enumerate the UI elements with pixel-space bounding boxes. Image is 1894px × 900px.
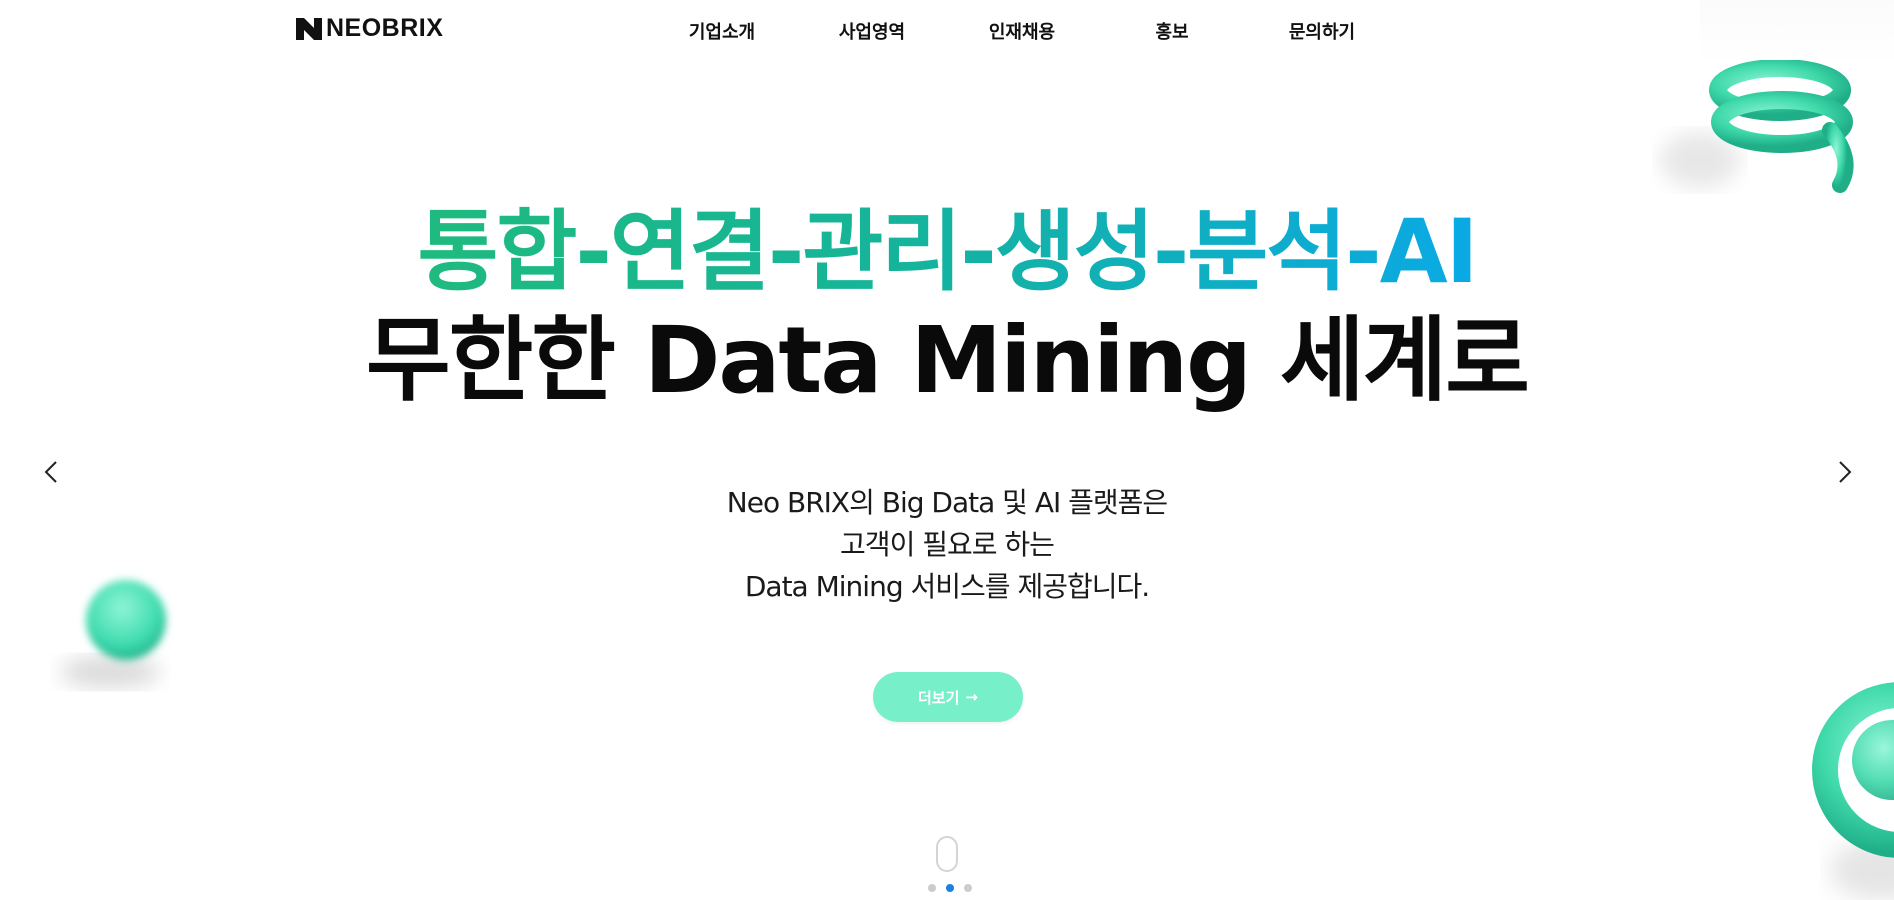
site-header: NEOBRIX 기업소개 사업영역 인재채용 홍보 문의하기 bbox=[0, 0, 1894, 60]
hero-description-line: Data Mining 서비스를 제공합니다. bbox=[744, 570, 1150, 603]
more-button[interactable]: 더보기 → bbox=[873, 672, 1023, 722]
hero-headline-secondary: 무한한 Data Mining 세계로 bbox=[366, 307, 1530, 414]
coil-decoration bbox=[1660, 60, 1854, 193]
main-nav: 기업소개 사업영역 인재채용 홍보 문의하기 bbox=[0, 18, 1894, 44]
hero-headline-primary: 통합-연결-관리-생성-분석-AI bbox=[0, 208, 1894, 296]
hero-description-line: 고객이 필요로 하는 bbox=[840, 528, 1055, 561]
more-button-label: 더보기 bbox=[918, 688, 960, 707]
nav-item-business[interactable]: 사업영역 bbox=[812, 18, 932, 44]
scroll-down-icon bbox=[936, 836, 958, 872]
nav-item-company[interactable]: 기업소개 bbox=[662, 18, 782, 44]
ring-decoration bbox=[1812, 682, 1894, 900]
pagination-dot-2[interactable] bbox=[946, 884, 954, 892]
nav-item-careers[interactable]: 인재채용 bbox=[962, 18, 1082, 44]
chevron-left-icon[interactable] bbox=[38, 458, 66, 486]
hero-description: Neo BRIX의 Big Data 및 AI 플랫폼은 고객이 필요로 하는 … bbox=[0, 482, 1894, 608]
hero-description-line: Neo BRIX의 Big Data 및 AI 플랫폼은 bbox=[726, 486, 1168, 519]
hero-headline-gradient-text: 통합-연결-관리-생성-분석-AI bbox=[417, 200, 1478, 303]
nav-item-pr[interactable]: 홍보 bbox=[1112, 18, 1232, 44]
slider-pagination bbox=[928, 884, 972, 892]
arrow-right-icon: → bbox=[965, 688, 978, 706]
chevron-right-icon[interactable] bbox=[1830, 458, 1858, 486]
pagination-dot-3[interactable] bbox=[964, 884, 972, 892]
nav-item-contact[interactable]: 문의하기 bbox=[1262, 18, 1382, 44]
pagination-dot-1[interactable] bbox=[928, 884, 936, 892]
